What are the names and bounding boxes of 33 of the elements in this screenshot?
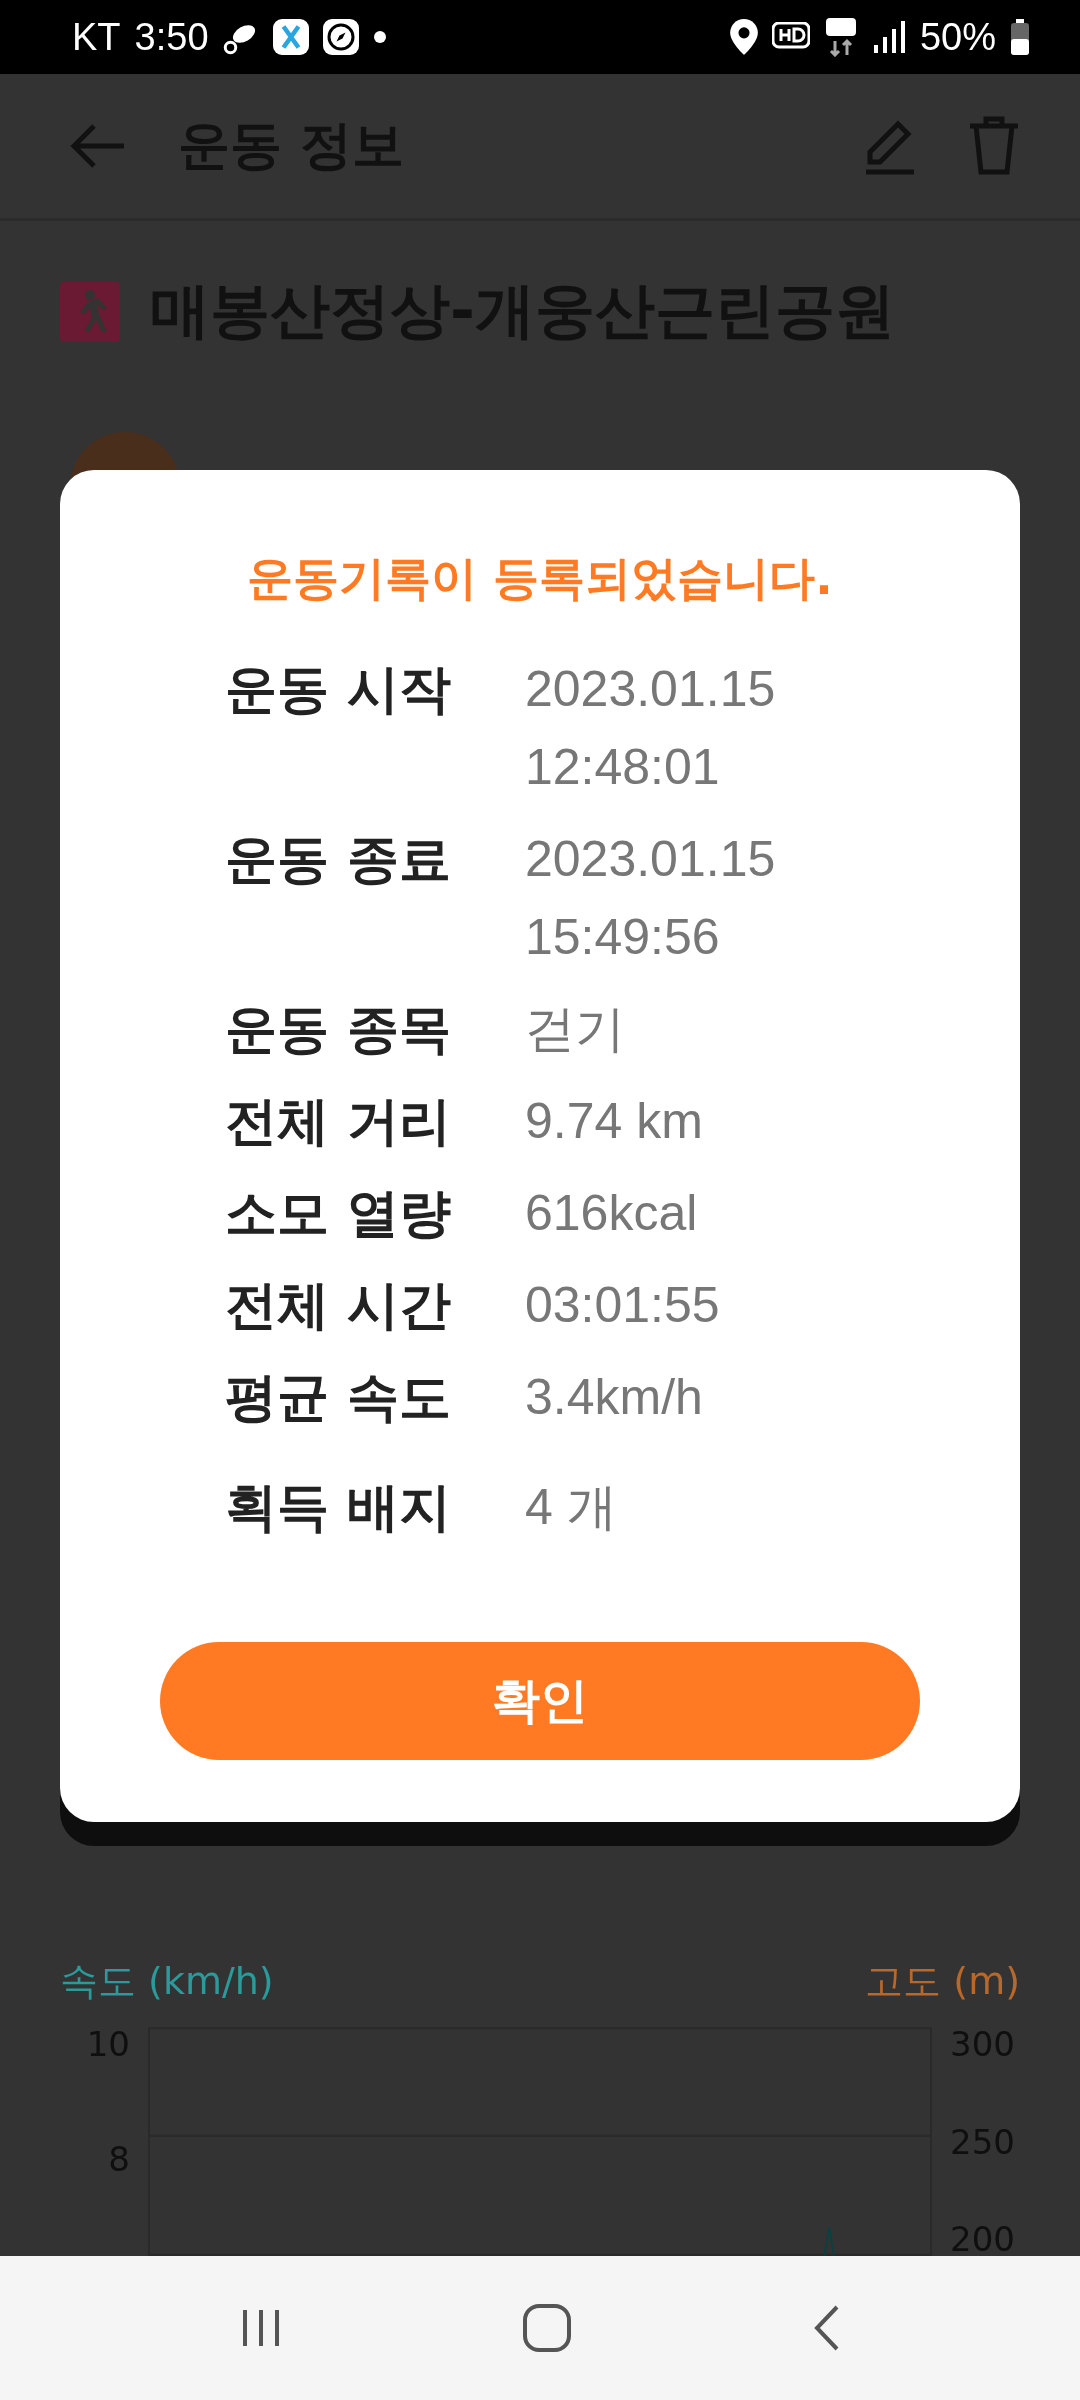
battery-percent: 50% — [919, 15, 996, 59]
battery-icon — [1010, 19, 1030, 55]
field-label: 전체 거리 — [225, 1090, 453, 1153]
field-label: 획득 배지 — [225, 1476, 453, 1539]
field-value: 9.74 km — [525, 1092, 704, 1151]
home-icon[interactable] — [522, 2303, 572, 2353]
field-value: 4 개 — [525, 1478, 618, 1537]
field-value: 3.4km/h — [525, 1368, 704, 1427]
field-label: 운동 종목 — [225, 998, 453, 1061]
walking-icon — [60, 281, 120, 342]
location-icon — [729, 19, 758, 55]
network-icon — [823, 17, 858, 57]
app-icon — [272, 19, 309, 55]
dialog-title: 운동기록이 등록되었습니다. — [247, 550, 833, 607]
carrier: KT — [72, 15, 121, 59]
field-value: 616kcal — [525, 1184, 699, 1243]
field-label: 평균 속도 — [225, 1366, 453, 1429]
signal-icon — [871, 21, 906, 53]
field-label: 전체 시간 — [225, 1274, 453, 1337]
altitude-axis-label: 고도 (m) — [865, 1958, 1020, 2005]
dot-icon — [372, 30, 387, 44]
field-value: 걷기 — [525, 1000, 626, 1059]
field-label: 운동 시작 — [225, 658, 453, 721]
field-label: 소모 열량 — [225, 1182, 453, 1245]
hd-icon — [771, 22, 810, 52]
clock: 3:50 — [134, 15, 209, 59]
field-value: 2023.01.15 12:48:01 — [525, 660, 777, 797]
speed-axis-label: 속도 (km/h) — [60, 1958, 274, 2005]
confirm-button[interactable]: 확인 — [160, 1642, 920, 1760]
compass-icon — [322, 19, 359, 55]
field-value: 2023.01.15 15:49:56 — [525, 830, 777, 967]
field-label: 운동 종료 — [225, 828, 453, 891]
field-value: 03:01:55 — [525, 1276, 721, 1335]
